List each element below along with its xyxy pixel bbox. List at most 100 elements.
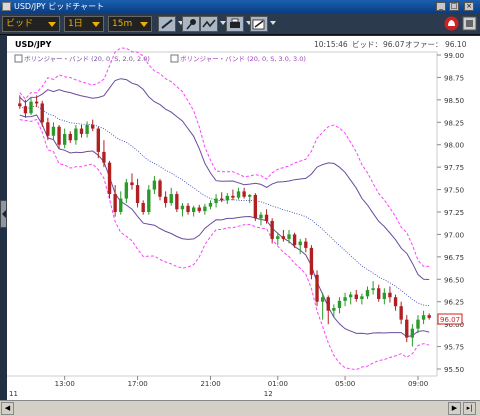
y-tick-label: 97.50	[444, 187, 464, 195]
line-draw-icon	[161, 19, 173, 29]
candle-body	[51, 126, 56, 136]
candle-body	[326, 297, 330, 311]
chart-area[interactable]: USD/JPY 10:15:46 ビッド： 96.07 オファー： 96.10 …	[7, 36, 480, 400]
candle-body	[220, 198, 224, 201]
candle-body	[253, 194, 258, 219]
minimize-button[interactable]: _	[436, 2, 446, 11]
candle-body	[427, 315, 431, 318]
candle-body	[332, 307, 336, 311]
x-tick-label: 05:00	[335, 380, 355, 388]
candle-body	[180, 205, 185, 210]
settings-icon[interactable]	[462, 16, 477, 31]
candle-body	[186, 205, 190, 212]
candle-body	[276, 236, 280, 239]
candle-body	[175, 194, 179, 210]
chevron-down-icon	[140, 22, 148, 27]
scroll-left-button[interactable]: ◀	[1, 402, 14, 415]
candle-body	[62, 133, 67, 145]
y-tick-label: 95.75	[444, 344, 464, 352]
candle-body	[371, 288, 375, 291]
x-tick-label: 09:00	[408, 380, 428, 388]
candle-body	[382, 292, 387, 300]
legend-toggle-1[interactable]	[14, 54, 23, 63]
y-tick-label: 96.75	[444, 254, 464, 262]
candle-body	[270, 220, 274, 239]
candle-body	[388, 292, 392, 298]
offer-value: 96.10	[445, 40, 467, 49]
candle-body	[337, 300, 342, 308]
chevron-down-icon	[92, 22, 100, 27]
y-tick-label: 96.25	[444, 299, 464, 307]
candle-body	[405, 319, 409, 338]
time-label: 10:15:46	[314, 40, 348, 49]
y-tick-label: 98.50	[444, 97, 464, 105]
candle-body	[242, 191, 246, 197]
toolbar: ビッド 1日 15m	[0, 13, 480, 35]
y-tick-label: 97.25	[444, 209, 464, 217]
interval-select[interactable]: 15m	[108, 16, 152, 32]
candle	[253, 193, 258, 221]
candle-body	[46, 122, 50, 136]
horizontal-scrollbar[interactable]: ◀ ▶ ▸|	[0, 400, 480, 416]
candle	[309, 245, 314, 280]
chevron-down-icon[interactable]	[270, 21, 276, 25]
candle-body	[214, 198, 218, 204]
candle-body	[102, 151, 106, 163]
y-tick-label: 99.00	[444, 52, 464, 60]
candle-body	[287, 234, 291, 239]
price-type-select[interactable]: ビッド	[2, 16, 60, 32]
offer-label: オファー：	[405, 40, 443, 49]
scroll-right-button[interactable]: ▶	[448, 402, 461, 415]
candlestick-chart[interactable]: USD/JPY 10:15:46 ビッド： 96.07 オファー： 96.10 …	[7, 36, 480, 400]
period-select[interactable]: 1日	[64, 16, 104, 32]
price-type-value: ビッド	[6, 19, 34, 29]
side-panel-toggle[interactable]	[0, 200, 7, 228]
chart-window: USD/JPY ビッドチャート _ □ × ビッド 1日 15m USD/JPY…	[0, 0, 480, 416]
x-tick-label: 01:00	[268, 380, 288, 388]
legend-bollinger-3: ボリンジャー・バンド (20, 0, S, 3.0, 3.0)	[180, 55, 306, 63]
candle-body	[57, 126, 61, 145]
window-title: USD/JPY ビッドチャート	[14, 2, 105, 11]
y-tick-label: 98.25	[444, 119, 464, 127]
candle	[107, 160, 112, 199]
pin-button[interactable]	[182, 16, 200, 32]
close-button[interactable]: ×	[464, 2, 474, 11]
print-button[interactable]	[226, 16, 244, 32]
candle-body	[360, 296, 364, 300]
day-label-11: 11	[9, 390, 18, 398]
candle-body	[349, 294, 353, 298]
candle-body	[236, 191, 241, 198]
legend-toggle-2[interactable]	[170, 54, 179, 63]
alert-bell-icon[interactable]	[444, 16, 459, 31]
line-draw-button[interactable]	[158, 16, 176, 32]
legend-bollinger-2: ボリンジャー・バンド (20, 0, S, 2.0, 2.0)	[24, 55, 150, 63]
candle-body	[147, 189, 151, 212]
interval-value: 15m	[112, 19, 133, 29]
indicator-icon	[202, 19, 216, 28]
candle-body	[231, 195, 235, 198]
scroll-end-button[interactable]: ▸|	[463, 402, 476, 415]
candle-body	[421, 315, 426, 320]
candle-body	[203, 206, 207, 212]
candle-body	[158, 180, 162, 197]
candle-body	[169, 194, 173, 204]
indicator-button[interactable]	[200, 16, 218, 32]
candle-body	[315, 274, 319, 302]
plot-background	[7, 36, 480, 400]
candle-body	[292, 234, 297, 246]
pin-icon	[186, 19, 196, 30]
export-icon	[252, 19, 265, 30]
candle-body	[393, 297, 398, 307]
candle-body	[113, 194, 117, 212]
export-button[interactable]	[250, 16, 268, 32]
y-tick-label: 95.50	[444, 366, 464, 374]
maximize-button[interactable]: □	[449, 2, 459, 11]
candle-body	[135, 185, 140, 204]
candle-body	[96, 128, 100, 152]
candle-body	[320, 297, 325, 302]
x-tick-label: 13:00	[55, 380, 75, 388]
x-tick-label: 17:00	[128, 380, 148, 388]
candle-body	[197, 207, 201, 212]
candle	[175, 191, 179, 212]
candle-body	[225, 195, 229, 201]
